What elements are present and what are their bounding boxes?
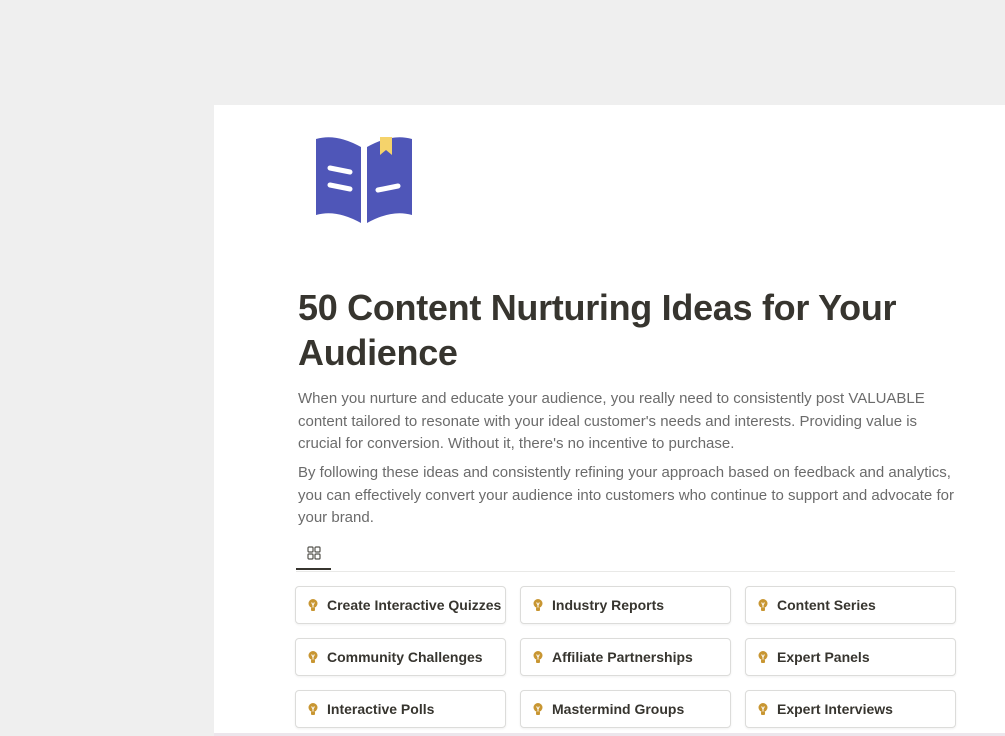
gallery-card-industry-reports[interactable]: Industry Reports — [520, 586, 731, 624]
card-label: Affiliate Partnerships — [552, 649, 693, 665]
lightbulb-icon — [758, 599, 768, 611]
card-label: Interactive Polls — [327, 701, 435, 717]
gallery-card-create-interactive-quizzes[interactable]: Create Interactive Quizzes — [295, 586, 506, 624]
card-label: Expert Panels — [777, 649, 870, 665]
tab-gallery-view[interactable] — [296, 539, 331, 570]
page-description-1: When you nurture and educate your audien… — [298, 390, 925, 452]
gallery-card-expert-interviews[interactable]: Expert Interviews — [745, 690, 956, 728]
page-title[interactable]: 50 Content Nurturing Ideas for Your Audi… — [298, 285, 948, 375]
page-content: 50 Content Nurturing Ideas for Your Audi… — [214, 105, 1005, 736]
card-label: Industry Reports — [552, 597, 665, 613]
gallery-grid-icon — [306, 546, 321, 560]
card-label: Create Interactive Quizzes — [327, 597, 502, 613]
gallery-card-mastermind-groups[interactable]: Mastermind Groups — [520, 690, 731, 728]
lightbulb-icon — [308, 599, 318, 611]
gallery-card-content-series[interactable]: Content Series — [745, 586, 956, 624]
card-label: Mastermind Groups — [552, 701, 685, 717]
lightbulb-icon — [308, 651, 318, 663]
card-label: Community Challenges — [327, 649, 483, 665]
gallery-card-expert-panels[interactable]: Expert Panels — [745, 638, 956, 676]
gallery-card-community-challenges[interactable]: Community Challenges — [295, 638, 506, 676]
lightbulb-icon — [758, 703, 768, 715]
view-tabs — [296, 539, 955, 572]
lightbulb-icon — [533, 703, 543, 715]
page-description-2: By following these ideas and consistentl… — [298, 464, 954, 526]
card-label: Content Series — [777, 597, 876, 613]
gallery-card-affiliate-partnerships[interactable]: Affiliate Partnerships — [520, 638, 731, 676]
lightbulb-icon — [533, 651, 543, 663]
gallery-card-interactive-polls[interactable]: Interactive Polls — [295, 690, 506, 728]
lightbulb-icon — [533, 599, 543, 611]
card-label: Expert Interviews — [777, 701, 893, 717]
lightbulb-icon — [758, 651, 768, 663]
lightbulb-icon — [308, 703, 318, 715]
gallery-view: Create Interactive Quizzes Industry Repo… — [295, 586, 956, 728]
open-book-icon[interactable] — [314, 135, 414, 225]
